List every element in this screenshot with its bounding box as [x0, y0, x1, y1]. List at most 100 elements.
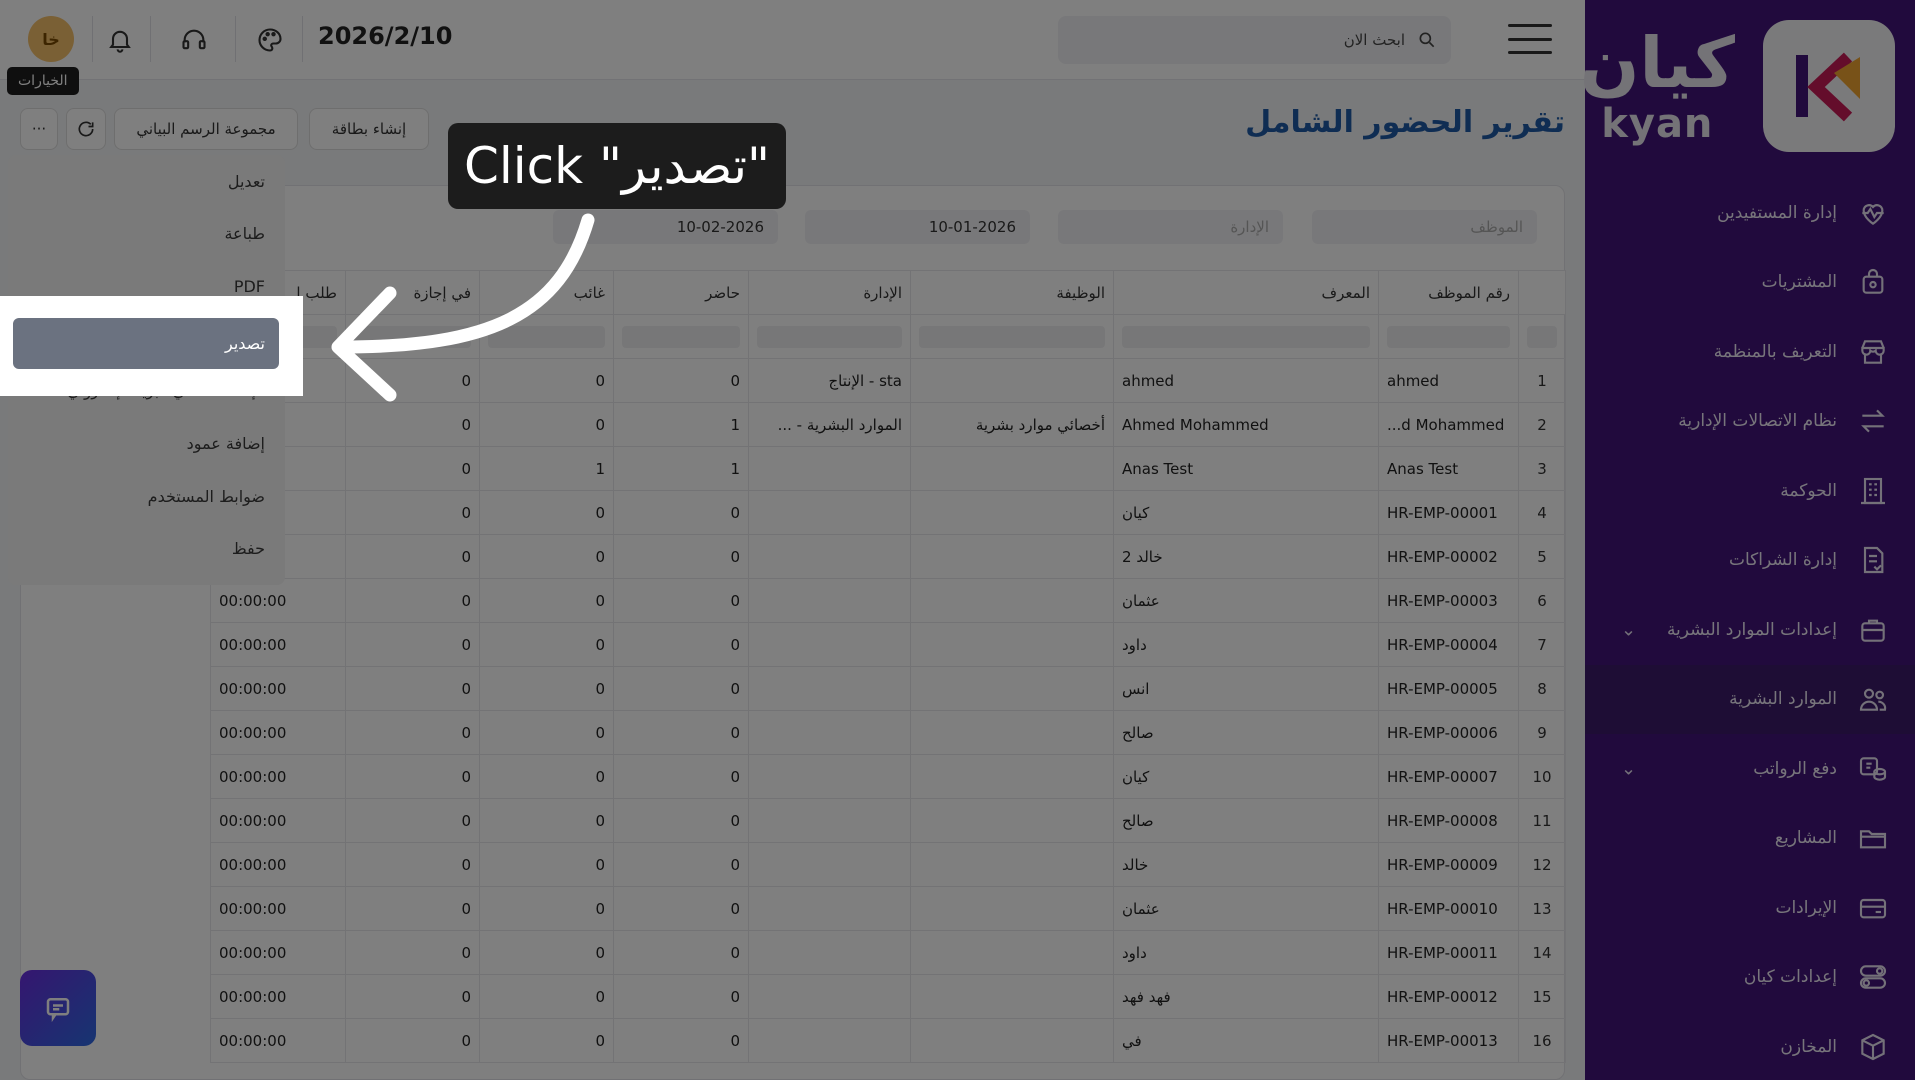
sidebar-item-label: إعدادات الموارد البشرية	[1666, 619, 1837, 640]
search-input[interactable]: ابحث الان	[1058, 16, 1451, 64]
sidebar-item-3[interactable]: التعريف بالمنظمة	[1585, 317, 1915, 387]
more-options-button[interactable]: ···	[20, 108, 58, 150]
cell-identifier: ahmed	[1113, 358, 1379, 403]
column-filter[interactable]	[748, 314, 911, 359]
chevron-down-icon[interactable]: ⌄	[1621, 619, 1636, 640]
col-emp-id[interactable]: رقم الموظف	[1378, 270, 1519, 315]
table-row[interactable]: 00:00:00 0 0 0 صالح HR-EMP-00006 9	[210, 710, 1566, 755]
cell-department	[748, 842, 911, 887]
sidebar-item-5[interactable]: الحوكمة	[1585, 456, 1915, 526]
sidebar-item-2[interactable]: المشتريات	[1585, 248, 1915, 318]
column-filter[interactable]	[1113, 314, 1379, 359]
cell-department	[748, 490, 911, 535]
cell-identifier: كيان	[1113, 754, 1379, 799]
divider	[92, 16, 93, 62]
cell-absent: 1	[479, 446, 614, 491]
card-icon	[1855, 890, 1891, 926]
instruction-callout: Click "تصدير"	[448, 123, 786, 209]
cell-absent: 0	[479, 886, 614, 931]
cell-present: 0	[613, 754, 749, 799]
bell-icon[interactable]	[100, 20, 140, 60]
sidebar-item-13[interactable]: المخازن	[1585, 1012, 1915, 1080]
table-row[interactable]: 00:00:00 0 0 0 صالح HR-EMP-00008 11	[210, 798, 1566, 843]
cell-index: 3	[1518, 446, 1566, 491]
sidebar-item-6[interactable]: إدارة الشراكات	[1585, 526, 1915, 596]
menu-toggle-button[interactable]	[1508, 24, 1552, 54]
menu-item-edit[interactable]: تعديل	[8, 155, 285, 208]
chat-button[interactable]	[20, 970, 96, 1046]
table-row[interactable]: 0 0 1 الموارد البشرية - ... أخصائي موارد بشر…	[210, 402, 1566, 447]
table-row[interactable]: 00:00:00 0 0 0 داود HR-EMP-00004 7	[210, 622, 1566, 667]
sidebar-item-label: دفع الرواتب	[1753, 758, 1837, 779]
cell-index: 11	[1518, 798, 1566, 843]
cell-emp-id: HR-EMP-00002	[1378, 534, 1519, 579]
employee-filter[interactable]: الموظف	[1312, 210, 1537, 244]
table-row[interactable]: 00:00:00 0 0 0 فهد فهد HR-EMP-00012 15	[210, 974, 1566, 1019]
create-card-button[interactable]: إنشاء بطاقة	[309, 108, 429, 150]
table-row[interactable]: 00:00:00 0 0 0 كيان HR-EMP-00007 10	[210, 754, 1566, 799]
column-filter[interactable]	[1378, 314, 1519, 359]
from-date-filter[interactable]: 10-01-2026	[805, 210, 1030, 244]
sidebar-item-7[interactable]: إعدادات الموارد البشرية ⌄	[1585, 595, 1915, 665]
sidebar-item-label: المشتريات	[1761, 272, 1837, 293]
cell-job	[910, 842, 1114, 887]
menu-item-user-controls[interactable]: ضوابط المستخدم	[8, 470, 285, 523]
column-filter[interactable]	[1518, 314, 1566, 359]
sidebar-item-1[interactable]: إدارة المستفيدين	[1585, 178, 1915, 248]
user-avatar[interactable]: خا	[28, 16, 74, 62]
divider	[150, 16, 151, 62]
logo-mark	[1763, 20, 1895, 152]
cell-emp-id: ahmed	[1378, 358, 1519, 403]
cell-on-leave: 0	[345, 534, 480, 579]
cell-time: 00:00:00	[210, 710, 346, 755]
sidebar-item-label: إدارة الشراكات	[1729, 550, 1837, 571]
sidebar-item-9[interactable]: دفع الرواتب ⌄	[1585, 734, 1915, 804]
sidebar-item-10[interactable]: المشاريع	[1585, 804, 1915, 874]
cell-on-leave: 0	[345, 842, 480, 887]
table-row[interactable]: 00:00:00 0 0 0 عثمان HR-EMP-00003 6	[210, 578, 1566, 623]
col-department[interactable]: الإدارة	[748, 270, 911, 315]
coins-icon	[1855, 751, 1891, 787]
cell-department	[748, 578, 911, 623]
col-job[interactable]: الوظيفة	[910, 270, 1114, 315]
headset-icon[interactable]	[174, 20, 214, 60]
palette-icon[interactable]	[250, 20, 290, 60]
cell-identifier: خالد	[1113, 842, 1379, 887]
table-row[interactable]: 0 0 0 كيان HR-EMP-00001 4	[210, 490, 1566, 535]
cell-absent: 0	[479, 402, 614, 447]
logo: كيان kyan	[1580, 20, 1895, 155]
column-filter[interactable]	[910, 314, 1114, 359]
chat-icon	[46, 998, 70, 1023]
cell-department	[748, 798, 911, 843]
table-row[interactable]: 00:00:00 0 0 0 خالد HR-EMP-00009 12	[210, 842, 1566, 887]
menu-item-print[interactable]: طباعة	[8, 208, 285, 261]
col-identifier[interactable]: المعرف	[1113, 270, 1379, 315]
cell-index: 12	[1518, 842, 1566, 887]
table-row[interactable]: 0 1 1 Anas Test Anas Test 3	[210, 446, 1566, 491]
cell-identifier: انس	[1113, 666, 1379, 711]
sidebar-item-4[interactable]: نظام الاتصالات الإدارية	[1585, 387, 1915, 457]
table-row[interactable]: 00:00:00 0 0 0 في HR-EMP-00013 16	[210, 1018, 1566, 1063]
sidebar-item-8[interactable]: الموارد البشرية	[1585, 664, 1915, 734]
sidebar-item-11[interactable]: الإيرادات	[1585, 873, 1915, 943]
refresh-button[interactable]	[66, 108, 106, 150]
chart-group-button[interactable]: مجموعة الرسم البياني	[114, 108, 298, 150]
cell-emp-id: HR-EMP-00008	[1378, 798, 1519, 843]
sidebar-item-12[interactable]: إعدادات كيان	[1585, 943, 1915, 1013]
cell-absent: 0	[479, 974, 614, 1019]
menu-item-save[interactable]: حفظ	[8, 523, 285, 576]
table-row[interactable]: 00:00:00 0 0 0 انس HR-EMP-00005 8	[210, 666, 1566, 711]
table-row[interactable]: 0 0 0 خالد 2 HR-EMP-00002 5	[210, 534, 1566, 579]
department-filter[interactable]: الإدارة	[1058, 210, 1283, 244]
cell-on-leave: 0	[345, 754, 480, 799]
table-row[interactable]: 00:00:00 0 0 0 داود HR-EMP-00011 14	[210, 930, 1566, 975]
cell-on-leave: 0	[345, 402, 480, 447]
top-bar: خا 2026/2/10 ابحث الان	[0, 0, 1585, 80]
menu-item-add-column[interactable]: إضافة عمود	[8, 418, 285, 471]
sidebar-item-label: المشاريع	[1774, 828, 1837, 849]
table-row[interactable]: 00:00:00 0 0 0 عثمان HR-EMP-00010 13	[210, 886, 1566, 931]
column-filter[interactable]	[613, 314, 749, 359]
col-present[interactable]: حاضر	[613, 270, 749, 315]
chevron-down-icon[interactable]: ⌄	[1621, 758, 1636, 779]
menu-item-export[interactable]: تصدير	[13, 318, 279, 369]
